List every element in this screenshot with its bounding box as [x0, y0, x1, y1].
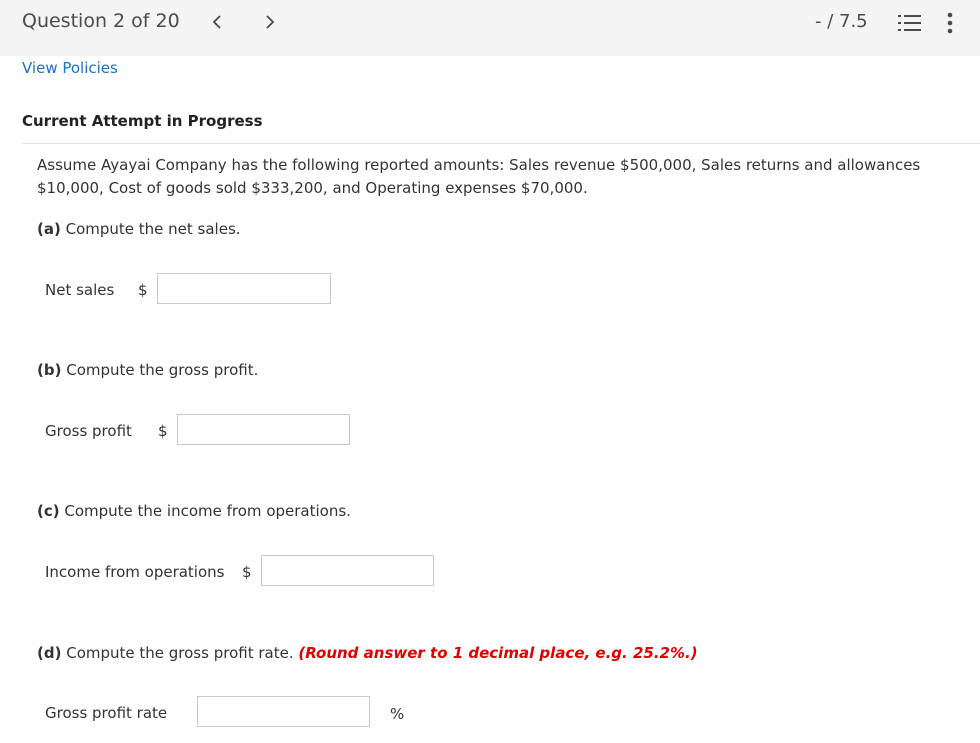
rounding-hint: (Round answer to 1 decimal place, e.g. 2…	[298, 644, 698, 662]
gross-profit-rate-label: Gross profit rate	[45, 704, 168, 722]
gross-profit-rate-input[interactable]	[197, 696, 370, 727]
previous-question-button[interactable]	[205, 8, 229, 36]
question-counter: Question 2 of 20	[22, 10, 180, 32]
question-list-button[interactable]	[898, 13, 922, 33]
part-b-letter: (b)	[37, 361, 62, 379]
more-options-button[interactable]	[940, 11, 960, 35]
net-sales-label: Net sales	[45, 281, 115, 299]
part-a-letter: (a)	[37, 220, 61, 238]
income-from-operations-input[interactable]	[261, 555, 434, 586]
part-b-text: Compute the gross profit.	[61, 361, 259, 379]
more-vertical-icon	[947, 12, 953, 34]
chevron-left-icon	[212, 15, 221, 29]
net-sales-input[interactable]	[157, 273, 331, 304]
numbered-list-icon	[898, 15, 921, 31]
view-policies-link[interactable]: View Policies	[22, 59, 118, 77]
income-from-operations-label: Income from operations	[45, 563, 225, 581]
part-c-text: Compute the income from operations.	[59, 502, 351, 520]
part-a-instruction: (a) Compute the net sales.	[37, 220, 241, 238]
question-header: Question 2 of 20 - / 7.5	[0, 0, 980, 56]
gross-profit-input[interactable]	[177, 414, 350, 445]
income-from-operations-currency: $	[242, 563, 252, 581]
next-question-button[interactable]	[258, 8, 282, 36]
question-prompt: Assume Ayayai Company has the following …	[37, 156, 921, 197]
gross-profit-label: Gross profit	[45, 422, 132, 440]
part-b-instruction: (b) Compute the gross profit.	[37, 361, 258, 379]
part-d-instruction: (d) Compute the gross profit rate. (Roun…	[37, 644, 698, 662]
part-d-text: Compute the gross profit rate.	[61, 644, 299, 662]
part-c-instruction: (c) Compute the income from operations.	[37, 502, 351, 520]
net-sales-currency: $	[138, 281, 148, 299]
chevron-right-icon	[266, 15, 275, 29]
section-divider	[22, 143, 980, 144]
part-c-letter: (c)	[37, 502, 60, 520]
gross-profit-rate-unit: %	[390, 705, 405, 723]
part-a-text: Compute the net sales.	[60, 220, 241, 238]
gross-profit-currency: $	[158, 422, 168, 440]
question-score: - / 7.5	[815, 11, 868, 32]
part-d-letter: (d)	[37, 644, 62, 662]
attempt-status-heading: Current Attempt in Progress	[22, 112, 263, 130]
